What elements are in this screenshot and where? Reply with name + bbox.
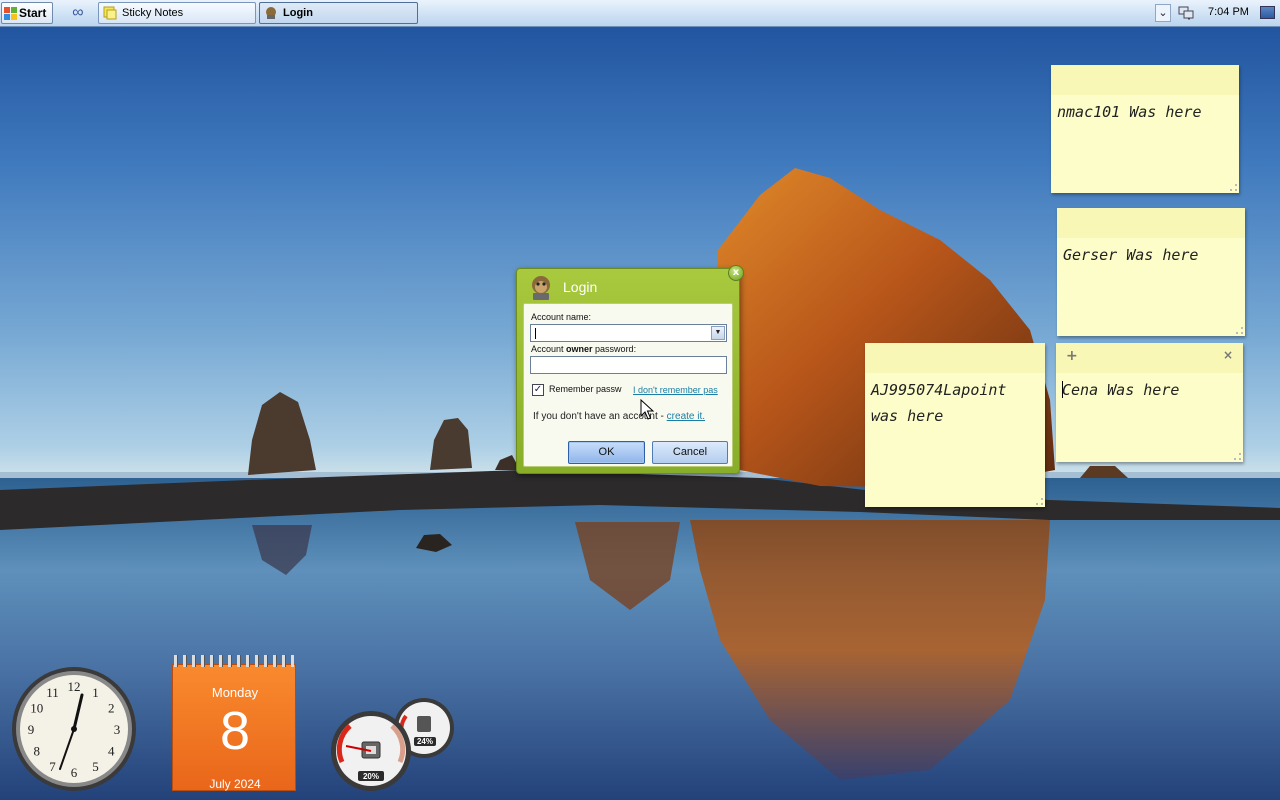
clock-numeral: 10 bbox=[30, 701, 43, 716]
dialog-title: Login bbox=[563, 279, 598, 295]
resize-grip-icon[interactable] bbox=[1236, 327, 1243, 334]
sticky-notes-icon bbox=[103, 6, 117, 20]
taskbar-item-login[interactable]: Login bbox=[259, 2, 418, 24]
clock-numeral: 8 bbox=[34, 744, 41, 759]
chevron-down-icon[interactable]: ⌄ bbox=[1155, 4, 1171, 22]
add-note-button[interactable]: + bbox=[1066, 348, 1078, 364]
clock-numeral: 7 bbox=[49, 759, 56, 774]
forgot-password-link[interactable]: I don't remember pas bbox=[633, 385, 733, 395]
clock-numeral: 2 bbox=[108, 701, 115, 716]
calendar-binding-rings bbox=[174, 655, 294, 667]
clock-numeral: 3 bbox=[114, 722, 121, 737]
infinity-icon[interactable]: ∞ bbox=[68, 5, 88, 21]
show-desktop-icon[interactable] bbox=[1260, 6, 1275, 19]
resize-grip-icon[interactable] bbox=[1230, 184, 1237, 191]
taskbar-item-sticky-notes[interactable]: Sticky Notes bbox=[98, 2, 256, 24]
create-account-link[interactable]: create it. bbox=[667, 411, 705, 422]
sticky-note-text[interactable]: Gerser Was here bbox=[1063, 242, 1239, 268]
cpu-percent: 20% bbox=[363, 772, 379, 781]
text-caret bbox=[535, 328, 536, 339]
clock-gadget[interactable]: 12 12 3 45678 9 1011 bbox=[10, 665, 138, 793]
password-field[interactable] bbox=[530, 356, 727, 374]
calendar-month-year: July 2024 bbox=[209, 777, 261, 791]
taskbar: Start ∞ Sticky Notes Login ⌄ 7:04 PM bbox=[0, 0, 1280, 27]
close-note-button[interactable]: × bbox=[1223, 348, 1233, 362]
resize-grip-icon[interactable] bbox=[1036, 498, 1043, 505]
calendar-date: 8 bbox=[219, 701, 251, 761]
password-label: Account owner password: bbox=[531, 344, 637, 354]
cpu-meter-gadget[interactable]: 24% 20% bbox=[330, 696, 458, 794]
account-name-combobox[interactable]: ▼ bbox=[530, 324, 727, 342]
login-dialog: Login x Account name: ▼ Account owner pa… bbox=[516, 265, 744, 474]
memory-percent: 24% bbox=[417, 737, 433, 746]
login-app-icon bbox=[532, 276, 550, 300]
sticky-note[interactable]: nmac101 Was here bbox=[1051, 65, 1239, 193]
clock-numeral: 11 bbox=[46, 685, 59, 700]
tray-clock[interactable]: 7:04 PM bbox=[1208, 6, 1249, 18]
clock-numeral: 1 bbox=[92, 685, 99, 700]
login-app-icon bbox=[266, 7, 276, 19]
account-name-label: Account name: bbox=[531, 312, 592, 322]
sticky-note-text[interactable]: AJ995074Lapoint was here bbox=[871, 377, 1039, 429]
windows-logo-icon bbox=[4, 6, 17, 20]
clock-numeral: 6 bbox=[71, 765, 78, 780]
remember-password-checkbox[interactable]: ✓ bbox=[532, 384, 544, 396]
mouse-pointer-icon bbox=[640, 399, 654, 420]
desktop: nmac101 Was here Gerser Was here AJ99507… bbox=[0, 0, 1280, 800]
close-button[interactable]: x bbox=[728, 265, 744, 281]
sticky-note[interactable]: AJ995074Lapoint was here bbox=[865, 343, 1045, 507]
sticky-note-text[interactable]: Cena Was here bbox=[1062, 377, 1237, 403]
sticky-note[interactable]: Gerser Was here bbox=[1057, 208, 1245, 336]
remember-password-label[interactable]: Remember passw bbox=[549, 384, 622, 394]
sticky-note-focused[interactable]: + × Cena Was here bbox=[1056, 343, 1243, 462]
sticky-note-text[interactable]: nmac101 Was here bbox=[1057, 99, 1233, 125]
resize-grip-icon[interactable] bbox=[1234, 453, 1241, 460]
cancel-button[interactable]: Cancel bbox=[652, 441, 728, 464]
calendar-weekday: Monday bbox=[211, 685, 259, 700]
ok-button[interactable]: OK bbox=[568, 441, 645, 464]
clock-numeral: 5 bbox=[92, 759, 99, 774]
clock-numeral: 9 bbox=[28, 722, 35, 737]
login-form: Account name: ▼ Account owner password: … bbox=[523, 303, 733, 467]
dropdown-arrow-icon[interactable]: ▼ bbox=[711, 326, 725, 340]
network-icon[interactable] bbox=[1178, 5, 1194, 21]
calendar-gadget[interactable]: Monday 8 July 2024 bbox=[172, 655, 296, 791]
clock-numeral: 4 bbox=[108, 744, 115, 759]
clock-numeral: 12 bbox=[68, 679, 81, 694]
start-button[interactable]: Start bbox=[1, 2, 53, 24]
no-account-text: If you don't have an account - create it… bbox=[533, 411, 706, 422]
